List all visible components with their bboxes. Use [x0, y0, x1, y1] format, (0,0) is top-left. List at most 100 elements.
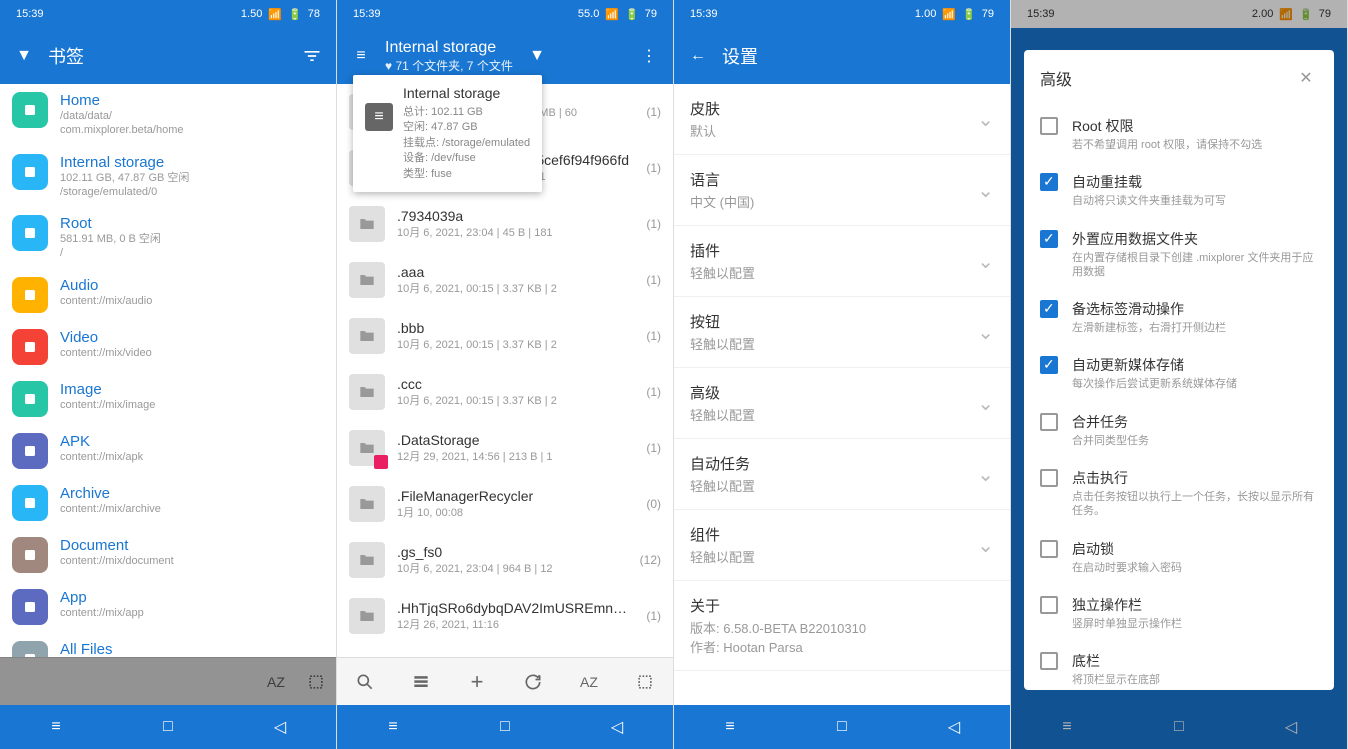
bookmark-item[interactable]: Audiocontent://mix/audio — [0, 269, 336, 321]
file-item[interactable]: .FileManagerRecycler1月 10, 00:08 (0) — [337, 476, 673, 532]
settings-item[interactable]: 自动任务轻触以配置 ⌄ — [674, 439, 1010, 510]
option-title: 启动锁 — [1072, 539, 1318, 559]
sort-az-button[interactable]: AZ — [569, 662, 609, 702]
checkbox[interactable] — [1040, 413, 1058, 431]
battery-icon: 🔋 — [962, 8, 976, 21]
nav-back-icon[interactable]: ◁ — [934, 707, 974, 747]
status-bar: 15:39 1.00 📶 🔋 79 — [674, 0, 1010, 28]
nav-menu-icon[interactable]: ≡ — [373, 707, 413, 747]
settings-item[interactable]: 组件轻触以配置 ⌄ — [674, 510, 1010, 581]
checkbox[interactable] — [1040, 117, 1058, 135]
file-item[interactable]: .HhTjqSRo6dybqDAV2ImUSREmnZU=12月 26, 202… — [337, 588, 673, 644]
back-icon[interactable]: ← — [686, 44, 710, 68]
settings-item[interactable]: 关于版本: 6.58.0-BETA B22010310作者: Hootan Pa… — [674, 581, 1010, 671]
menu-icon[interactable]: ≡ — [349, 44, 373, 68]
file-item[interactable]: .bbb10月 6, 2021, 00:15 | 3.37 KB | 2 (1) — [337, 308, 673, 364]
checkbox[interactable] — [1040, 230, 1058, 248]
option-sub: 将顶栏显示在底部 — [1072, 673, 1318, 687]
dialog-item[interactable]: 独立操作栏竖屏时单独显示操作栏 — [1024, 585, 1334, 641]
subtitle: ♥ 71 个文件夹, 7 个文件 — [385, 57, 513, 74]
dialog-item[interactable]: 自动更新媒体存储每次操作后尝试更新系统媒体存储 — [1024, 345, 1334, 401]
dialog-item[interactable]: 备选标签滑动操作左滑新建标签，右滑打开侧边栏 — [1024, 289, 1334, 345]
bookmark-sub: 581.91 MB, 0 B 空闲/ — [60, 232, 324, 261]
settings-item[interactable]: 按钮轻触以配置 ⌄ — [674, 297, 1010, 368]
settings-title: 自动任务 — [690, 453, 977, 474]
option-sub: 在内置存储根目录下创建 .mixplorer 文件夹用于应用数据 — [1072, 251, 1318, 280]
search-button[interactable] — [345, 662, 385, 702]
title[interactable]: Internal storage — [385, 39, 513, 57]
bookmark-item[interactable]: Home/data/data/com.mixplorer.beta/home — [0, 84, 336, 146]
bookmark-item[interactable]: Internal storage102.11 GB, 47.87 GB 空闲/s… — [0, 146, 336, 208]
bookmark-item[interactable]: All Filescontent://mix/all — [0, 633, 336, 657]
filter-icon[interactable] — [300, 44, 324, 68]
bookmark-item[interactable]: Root581.91 MB, 0 B 空闲/ — [0, 207, 336, 269]
nav-back-icon[interactable]: ◁ — [597, 707, 637, 747]
nav-menu-icon[interactable]: ≡ — [710, 707, 750, 747]
settings-sub: 默认 — [690, 121, 977, 140]
dialog-item[interactable]: 合并任务合并同类型任务 — [1024, 402, 1334, 458]
bookmark-sub: content://mix/archive — [60, 502, 324, 516]
dialog-item[interactable]: Root 权限若不希望调用 root 权限，请保持不勾选 — [1024, 106, 1334, 162]
bookmark-item[interactable]: Imagecontent://mix/image — [0, 373, 336, 425]
file-count: (1) — [646, 329, 661, 343]
nav-home-icon[interactable]: □ — [822, 707, 862, 747]
view-button[interactable] — [401, 662, 441, 702]
file-name: .HhTjqSRo6dybqDAV2ImUSREmnZU= — [397, 600, 634, 616]
settings-item[interactable]: 皮肤默认 ⌄ — [674, 84, 1010, 155]
checkbox[interactable] — [1040, 173, 1058, 191]
option-title: 底栏 — [1072, 651, 1318, 671]
checkbox[interactable] — [1040, 300, 1058, 318]
add-button[interactable]: + — [457, 662, 497, 702]
option-sub: 合并同类型任务 — [1072, 434, 1318, 448]
settings-item[interactable]: 插件轻触以配置 ⌄ — [674, 226, 1010, 297]
dropdown-icon[interactable]: ▼ — [525, 44, 549, 68]
option-sub: 竖屏时单独显示操作栏 — [1072, 617, 1318, 631]
file-item[interactable]: .ccc10月 6, 2021, 00:15 | 3.37 KB | 2 (1) — [337, 364, 673, 420]
title: 设置 — [722, 43, 998, 69]
status-time: 15:39 — [353, 8, 381, 20]
dropdown-icon[interactable]: ▼ — [12, 44, 36, 68]
checkbox[interactable] — [1040, 596, 1058, 614]
nav-home-icon[interactable]: □ — [485, 707, 525, 747]
bookmark-item[interactable]: APKcontent://mix/apk — [0, 425, 336, 477]
folder-icon — [349, 262, 385, 298]
nav-back-icon[interactable]: ◁ — [260, 707, 300, 747]
bookmark-item[interactable]: Documentcontent://mix/document — [0, 529, 336, 581]
bookmark-item[interactable]: Appcontent://mix/app — [0, 581, 336, 633]
select-button[interactable] — [625, 662, 665, 702]
checkbox[interactable] — [1040, 540, 1058, 558]
refresh-button[interactable] — [513, 662, 553, 702]
checkbox[interactable] — [1040, 356, 1058, 374]
dialog-item[interactable]: 点击执行点击任务按钮以执行上一个任务，长按以显示所有任务。 — [1024, 458, 1334, 529]
dialog-item[interactable]: 外置应用数据文件夹在内置存储根目录下创建 .mixplorer 文件夹用于应用数… — [1024, 219, 1334, 290]
option-title: 自动更新媒体存储 — [1072, 355, 1318, 375]
close-icon[interactable]: ✕ — [1294, 66, 1318, 90]
bookmark-title: Document — [60, 537, 324, 554]
file-count: (1) — [646, 105, 661, 119]
bookmark-sub: content://mix/apk — [60, 450, 324, 464]
option-title: Root 权限 — [1072, 116, 1318, 136]
file-item[interactable]: .7934039a10月 6, 2021, 23:04 | 45 B | 181… — [337, 196, 673, 252]
settings-item[interactable]: 高级轻触以配置 ⌄ — [674, 368, 1010, 439]
nav-home-icon[interactable]: □ — [148, 707, 188, 747]
dialog-item[interactable]: 自动重挂载自动将只读文件夹重挂载为可写 — [1024, 162, 1334, 218]
checkbox[interactable] — [1040, 469, 1058, 487]
option-title: 合并任务 — [1072, 412, 1318, 432]
bookmark-icon — [12, 92, 48, 128]
settings-title: 高级 — [690, 382, 977, 403]
dialog-item[interactable]: 底栏将顶栏显示在底部 — [1024, 641, 1334, 690]
checkbox[interactable] — [1040, 652, 1058, 670]
bookmark-item[interactable]: Archivecontent://mix/archive — [0, 477, 336, 529]
option-sub: 左滑新建标签，右滑打开侧边栏 — [1072, 321, 1318, 335]
nav-menu-icon[interactable]: ≡ — [36, 707, 76, 747]
settings-item[interactable]: 语言中文 (中国) ⌄ — [674, 155, 1010, 226]
dialog-overlay[interactable]: 高级 ✕ Root 权限若不希望调用 root 权限，请保持不勾选 自动重挂载自… — [1011, 0, 1347, 749]
settings-sub: 中文 (中国) — [690, 192, 977, 211]
net-speed: 1.00 — [915, 8, 936, 20]
dialog-item[interactable]: 启动锁在启动时要求输入密码 — [1024, 529, 1334, 585]
overflow-icon[interactable]: ⋮ — [637, 44, 661, 68]
bookmark-item[interactable]: Videocontent://mix/video — [0, 321, 336, 373]
file-item[interactable]: .aaa10月 6, 2021, 00:15 | 3.37 KB | 2 (1) — [337, 252, 673, 308]
file-item[interactable]: .gs_fs010月 6, 2021, 23:04 | 964 B | 12 (… — [337, 532, 673, 588]
file-item[interactable]: .DataStorage12月 29, 2021, 14:56 | 213 B … — [337, 420, 673, 476]
